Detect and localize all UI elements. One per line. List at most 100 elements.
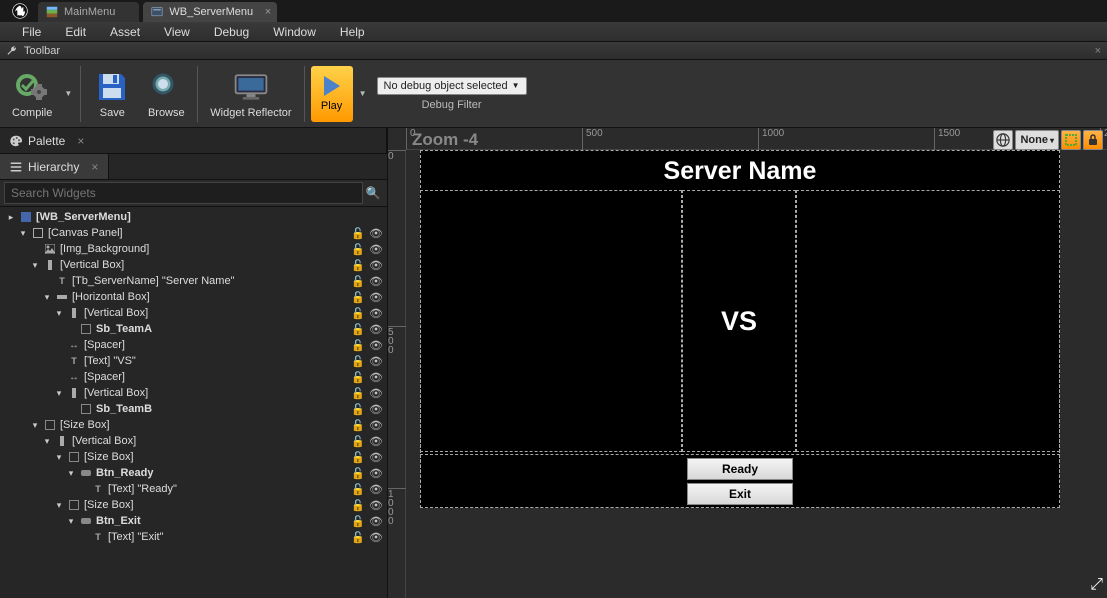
expand-arrow[interactable]: ▾ [54,452,64,463]
lock-icon[interactable]: 🔓 [351,435,365,448]
localization-button[interactable] [993,130,1013,150]
lock-icon[interactable]: 🔓 [351,387,365,400]
outline-toggle[interactable] [1061,130,1081,150]
lock-icon[interactable]: 🔓 [351,451,365,464]
tab-wb-servermenu[interactable]: WB_ServerMenu × [143,2,277,22]
compile-dropdown[interactable]: ▼ [60,89,76,98]
eye-icon[interactable]: 👁 [369,227,383,240]
expand-arrow[interactable]: ▾ [30,260,40,271]
menu-file[interactable]: File [10,23,53,41]
exit-button[interactable]: Exit [687,483,793,505]
eye-icon[interactable]: 👁 [369,419,383,432]
vs-text[interactable]: VS [721,306,757,337]
tree-node[interactable]: ▾[Vertical Box]🔓👁 [0,257,387,273]
tree-node[interactable]: Sb_TeamA🔓👁 [0,321,387,337]
eye-icon[interactable]: 👁 [369,243,383,256]
menu-help[interactable]: Help [328,23,377,41]
widget-reflector-button[interactable]: Widget Reflector [202,64,299,124]
close-icon[interactable]: × [1095,45,1101,57]
tree-node[interactable]: ▾[Vertical Box]🔓👁 [0,385,387,401]
eye-icon[interactable]: 👁 [369,259,383,272]
eye-icon[interactable]: 👁 [369,515,383,528]
lock-icon[interactable]: 🔓 [351,515,365,528]
tree-node[interactable]: T[Text] "Ready"🔓👁 [0,481,387,497]
canvas-area[interactable]: Server Name VS Ready Exit [406,150,1107,598]
save-button[interactable]: Save [85,64,139,124]
lock-icon[interactable]: 🔓 [351,339,365,352]
tab-mainmenu[interactable]: MainMenu [38,2,139,22]
team-a-box[interactable] [420,190,682,452]
server-name-text[interactable]: Server Name [421,157,1059,186]
search-icon[interactable]: 🔍 [363,186,383,200]
close-icon[interactable]: × [77,134,84,148]
search-input[interactable] [4,182,363,204]
menu-view[interactable]: View [152,23,202,41]
lock-icon[interactable]: 🔓 [351,403,365,416]
expand-arrow[interactable]: ▸ [6,212,16,223]
tree-node[interactable]: ▾Btn_Ready🔓👁 [0,465,387,481]
lock-icon[interactable]: 🔓 [351,467,365,480]
eye-icon[interactable]: 👁 [369,451,383,464]
tree-node[interactable]: ↔[Spacer]🔓👁 [0,337,387,353]
lock-icon[interactable]: 🔓 [351,483,365,496]
lock-toggle[interactable] [1083,130,1103,150]
ready-button[interactable]: Ready [687,458,793,480]
team-b-box[interactable] [796,190,1060,452]
compile-button[interactable]: Compile [4,64,60,124]
designer-viewport[interactable]: Zoom -4 None▾ 0 500 1000 1500 2000 0 500 [388,128,1107,598]
tree-node[interactable]: ▾[Vertical Box]🔓👁 [0,433,387,449]
tree-node[interactable]: T[Tb_ServerName] "Server Name"🔓👁 [0,273,387,289]
tree-node[interactable]: ↔[Spacer]🔓👁 [0,369,387,385]
lock-icon[interactable]: 🔓 [351,355,365,368]
lock-icon[interactable]: 🔓 [351,531,365,544]
tree-node[interactable]: ▾[Canvas Panel]🔓👁 [0,225,387,241]
eye-icon[interactable]: 👁 [369,467,383,480]
expand-arrow[interactable]: ▾ [54,308,64,319]
resize-handle-icon[interactable]: ⤢ [1090,576,1103,594]
expand-arrow[interactable]: ▾ [66,516,76,527]
tree-node[interactable]: ▾[Size Box]🔓👁 [0,449,387,465]
menu-asset[interactable]: Asset [98,23,152,41]
menu-window[interactable]: Window [261,23,328,41]
lock-icon[interactable]: 🔓 [351,259,365,272]
browse-button[interactable]: Browse [139,64,193,124]
expand-arrow[interactable]: ▾ [30,420,40,431]
tree-node[interactable]: ▾[Horizontal Box]🔓👁 [0,289,387,305]
eye-icon[interactable]: 👁 [369,483,383,496]
eye-icon[interactable]: 👁 [369,531,383,544]
eye-icon[interactable]: 👁 [369,387,383,400]
eye-icon[interactable]: 👁 [369,307,383,320]
tree-node[interactable]: ▾[Size Box]🔓👁 [0,497,387,513]
tree-node[interactable]: T[Text] "VS"🔓👁 [0,353,387,369]
eye-icon[interactable]: 👁 [369,339,383,352]
debug-object-select[interactable]: No debug object selected ▼ [377,77,527,95]
tree-node[interactable]: ▾[Vertical Box]🔓👁 [0,305,387,321]
play-button[interactable]: Play [311,66,353,122]
lock-icon[interactable]: 🔓 [351,291,365,304]
eye-icon[interactable]: 👁 [369,355,383,368]
tree-node[interactable]: Sb_TeamB🔓👁 [0,401,387,417]
lock-icon[interactable]: 🔓 [351,307,365,320]
play-dropdown[interactable]: ▼ [355,89,371,98]
expand-arrow[interactable]: ▾ [54,500,64,511]
close-icon[interactable]: × [91,160,98,174]
palette-tab[interactable]: Palette × [0,128,387,153]
menu-debug[interactable]: Debug [202,23,261,41]
lock-icon[interactable]: 🔓 [351,371,365,384]
expand-arrow[interactable]: ▾ [42,292,52,303]
menu-edit[interactable]: Edit [53,23,98,41]
eye-icon[interactable]: 👁 [369,435,383,448]
eye-icon[interactable]: 👁 [369,403,383,416]
eye-icon[interactable]: 👁 [369,499,383,512]
hierarchy-tab[interactable]: Hierarchy × [0,154,109,179]
lock-icon[interactable]: 🔓 [351,275,365,288]
lock-icon[interactable]: 🔓 [351,227,365,240]
eye-icon[interactable]: 👁 [369,371,383,384]
tree-node[interactable]: T[Text] "Exit"🔓👁 [0,529,387,545]
tree-node[interactable]: ▾Btn_Exit🔓👁 [0,513,387,529]
tree-node[interactable]: [Img_Background]🔓👁 [0,241,387,257]
lock-icon[interactable]: 🔓 [351,419,365,432]
expand-arrow[interactable]: ▾ [42,436,52,447]
eye-icon[interactable]: 👁 [369,291,383,304]
lock-icon[interactable]: 🔓 [351,243,365,256]
